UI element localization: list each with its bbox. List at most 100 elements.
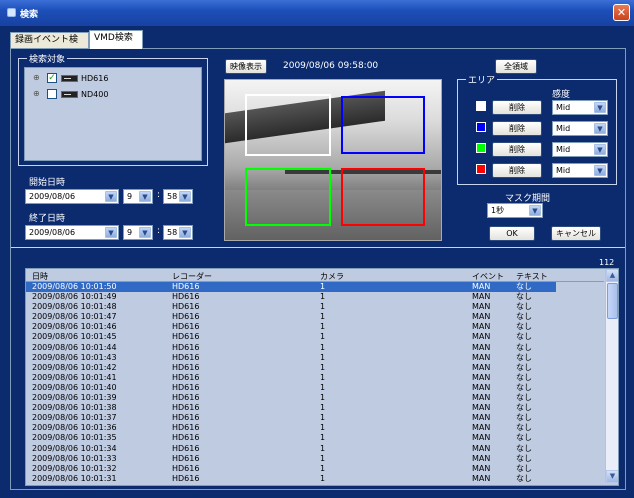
recorder-tree[interactable]: ⊕ ✓ HD616 ⊕ ND400 <box>24 67 202 161</box>
cancel-button[interactable]: キャンセル <box>551 226 601 241</box>
sensitivity-select-1[interactable]: Mid ▼ <box>552 100 608 115</box>
sensitivity-select-2[interactable]: Mid ▼ <box>552 121 608 136</box>
end-hour-select[interactable]: 9 ▼ <box>123 225 153 240</box>
detection-area-red[interactable] <box>341 168 425 226</box>
end-hour-value: 9 <box>127 228 133 237</box>
chevron-down-icon[interactable]: ▼ <box>105 227 117 238</box>
chevron-down-icon[interactable]: ▼ <box>594 144 606 155</box>
column-header-camera[interactable]: カメラ <box>320 271 344 282</box>
table-row[interactable]: 2009/08/06 10:01:36 HD616 1 MAN なし <box>26 423 604 433</box>
table-cell: 1 <box>320 312 326 322</box>
chevron-down-icon[interactable]: ▼ <box>179 191 191 202</box>
end-date-picker[interactable]: 2009/08/06 ▼ <box>25 225 119 240</box>
table-row[interactable]: 2009/08/06 10:01:40 HD616 1 MAN なし <box>26 383 604 393</box>
table-cell: MAN <box>472 332 491 342</box>
table-row[interactable]: 2009/08/06 10:01:47 HD616 1 MAN なし <box>26 312 604 322</box>
chevron-down-icon[interactable]: ▼ <box>594 102 606 113</box>
expand-icon[interactable]: ⊕ <box>33 90 41 98</box>
window-title: 検索 <box>20 10 39 20</box>
sensitivity-value: Mid <box>556 145 571 154</box>
chevron-down-icon[interactable]: ▼ <box>594 123 606 134</box>
area-color-red <box>476 164 486 174</box>
table-row[interactable]: 2009/08/06 10:01:39 HD616 1 MAN なし <box>26 393 604 403</box>
table-row[interactable]: 2009/08/06 10:01:33 HD616 1 MAN なし <box>26 454 604 464</box>
all-areas-button[interactable]: 全領域 <box>495 59 537 74</box>
table-row[interactable]: 2009/08/06 10:01:42 HD616 1 MAN なし <box>26 363 604 373</box>
table-cell: 2009/08/06 10:01:48 <box>32 302 117 312</box>
table-cell: MAN <box>472 302 491 312</box>
delete-area-1-button[interactable]: 削除 <box>492 100 542 115</box>
chevron-down-icon[interactable]: ▼ <box>139 227 151 238</box>
table-cell: 1 <box>320 382 326 392</box>
tree-item-nd400[interactable]: ⊕ ND400 <box>33 88 193 102</box>
detection-area-white[interactable] <box>245 94 331 156</box>
start-minute-select[interactable]: 58 ▼ <box>163 189 193 204</box>
mask-period-select[interactable]: 1秒 ▼ <box>487 203 543 218</box>
start-datetime-label: 開始日時 <box>29 178 66 188</box>
start-hour-select[interactable]: 9 ▼ <box>123 189 153 204</box>
title-bar[interactable]: 検索 ✕ <box>0 0 634 26</box>
table-cell: MAN <box>472 443 491 453</box>
start-date-picker[interactable]: 2009/08/06 ▼ <box>25 189 119 204</box>
table-cell: 1 <box>320 473 326 483</box>
sensitivity-select-4[interactable]: Mid ▼ <box>552 163 608 178</box>
area-color-green <box>476 143 486 153</box>
tree-item-hd616[interactable]: ⊕ ✓ HD616 <box>33 72 193 86</box>
table-cell: MAN <box>472 393 491 403</box>
table-cell: 1 <box>320 433 326 443</box>
table-cell: なし <box>516 453 532 463</box>
table-row[interactable]: 2009/08/06 10:01:44 HD616 1 MAN なし <box>26 343 604 353</box>
table-cell: なし <box>516 413 532 423</box>
chevron-down-icon[interactable]: ▼ <box>139 191 151 202</box>
results-scrollbar[interactable]: ▲ ▼ <box>605 269 618 483</box>
table-row[interactable]: 2009/08/06 10:01:46 HD616 1 MAN なし <box>26 322 604 332</box>
delete-area-3-button[interactable]: 削除 <box>492 142 542 157</box>
table-row[interactable]: 2009/08/06 10:01:48 HD616 1 MAN なし <box>26 302 604 312</box>
table-cell: MAN <box>472 292 491 302</box>
table-cell: 1 <box>320 302 326 312</box>
table-row[interactable]: 2009/08/06 10:01:43 HD616 1 MAN なし <box>26 353 604 363</box>
nd400-checkbox[interactable] <box>47 89 57 99</box>
table-row[interactable]: 2009/08/06 10:01:32 HD616 1 MAN なし <box>26 464 604 474</box>
table-row[interactable]: 2009/08/06 10:01:31 HD616 1 MAN なし <box>26 474 604 484</box>
table-cell: 2009/08/06 10:01:31 <box>32 473 117 483</box>
video-preview[interactable] <box>224 79 442 241</box>
table-row[interactable]: 2009/08/06 10:01:37 HD616 1 MAN なし <box>26 413 604 423</box>
show-video-button[interactable]: 映像表示 <box>225 59 267 74</box>
table-row[interactable]: 2009/08/06 10:01:45 HD616 1 MAN なし <box>26 332 604 342</box>
time-separator: : <box>157 190 161 200</box>
column-header-datetime[interactable]: 日時 <box>32 271 48 282</box>
end-minute-select[interactable]: 58 ▼ <box>163 225 193 240</box>
detection-area-blue[interactable] <box>341 96 425 154</box>
ok-button[interactable]: OK <box>489 226 535 241</box>
close-button[interactable]: ✕ <box>613 4 630 21</box>
chevron-down-icon[interactable]: ▼ <box>105 191 117 202</box>
table-row[interactable]: 2009/08/06 10:01:34 HD616 1 MAN なし <box>26 444 604 454</box>
table-row[interactable]: 2009/08/06 10:01:50 HD616 1 MAN なし <box>26 282 556 293</box>
chevron-down-icon[interactable]: ▼ <box>529 205 541 216</box>
table-row[interactable]: 2009/08/06 10:01:49 HD616 1 MAN なし <box>26 292 604 302</box>
tab-recorded-event-search[interactable]: 録画イベント検索 <box>10 32 89 59</box>
chevron-down-icon[interactable]: ▼ <box>179 227 191 238</box>
scroll-thumb[interactable] <box>607 283 618 319</box>
column-header-event[interactable]: イベント <box>472 271 504 282</box>
delete-area-2-button[interactable]: 削除 <box>492 121 542 136</box>
table-row[interactable]: 2009/08/06 10:01:35 HD616 1 MAN なし <box>26 433 604 443</box>
chevron-down-icon[interactable]: ▼ <box>594 165 606 176</box>
tab-vmd-search[interactable]: VMD検索 <box>89 30 143 49</box>
sensitivity-select-3[interactable]: Mid ▼ <box>552 142 608 157</box>
column-header-recorder[interactable]: レコーダー <box>172 271 212 282</box>
delete-area-4-button[interactable]: 削除 <box>492 163 542 178</box>
scroll-down-icon[interactable]: ▼ <box>606 470 618 483</box>
results-list[interactable]: 日時 レコーダー カメラ イベント テキスト 2009/08/06 10:01:… <box>25 268 619 486</box>
expand-icon[interactable]: ⊕ <box>33 74 41 82</box>
scroll-up-icon[interactable]: ▲ <box>606 269 618 282</box>
column-header-text[interactable]: テキスト <box>516 271 548 282</box>
table-row[interactable]: 2009/08/06 10:01:41 HD616 1 MAN なし <box>26 373 604 383</box>
table-row[interactable]: 2009/08/06 10:01:38 HD616 1 MAN なし <box>26 403 604 413</box>
table-cell: なし <box>516 362 532 372</box>
hd616-checkbox[interactable]: ✓ <box>47 73 57 83</box>
detection-area-green[interactable] <box>245 168 331 226</box>
table-cell: 2009/08/06 10:01:43 <box>32 352 117 362</box>
table-cell: MAN <box>472 382 491 392</box>
